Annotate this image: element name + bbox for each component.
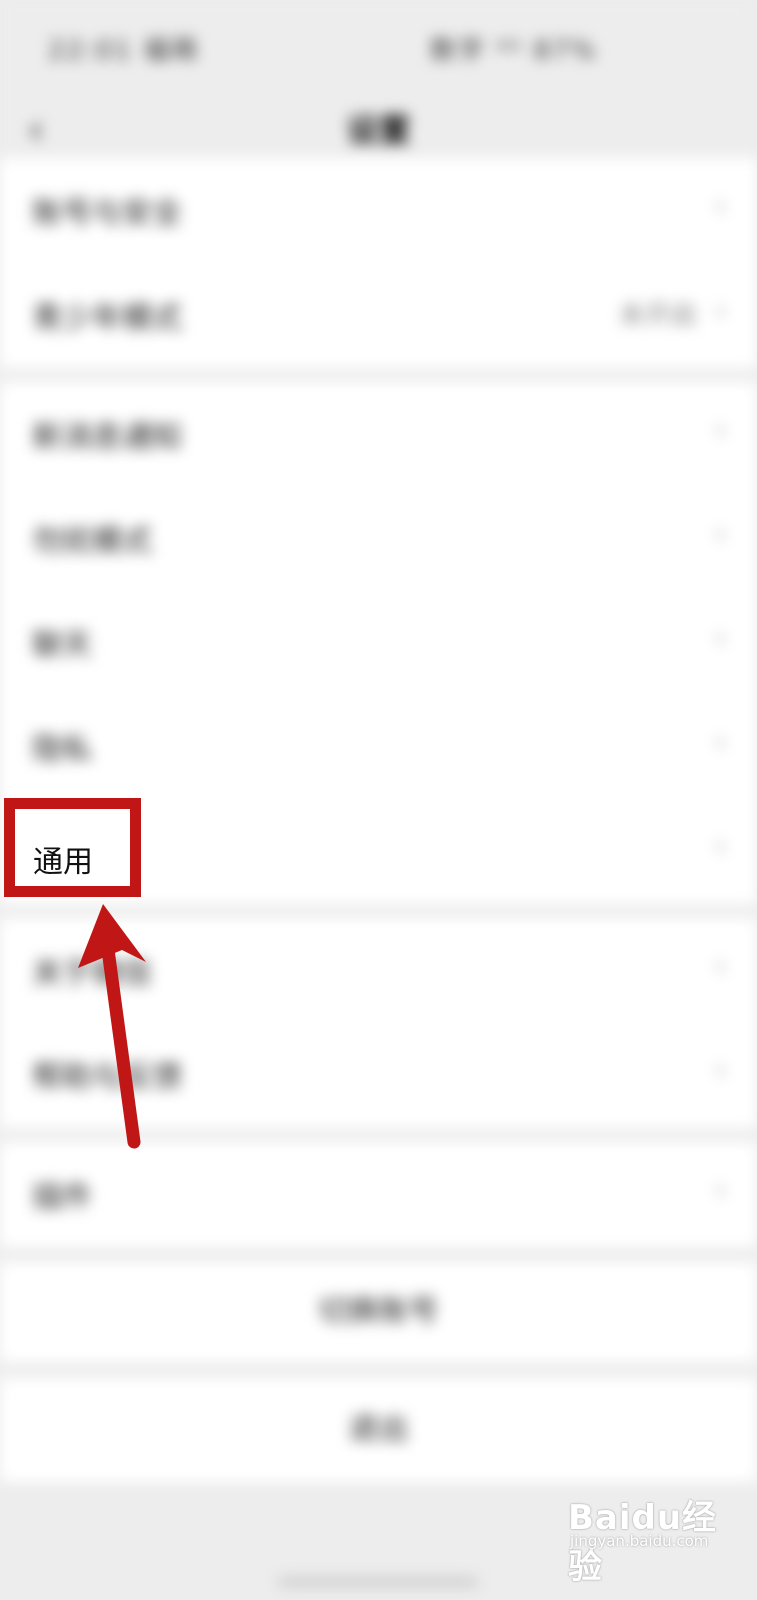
baidu-watermark: Baidu经验 jingyan.baidu.com bbox=[568, 1480, 748, 1587]
watermark-site: jingyan.baidu.com bbox=[570, 1532, 709, 1550]
pointer-arrow bbox=[78, 904, 146, 1149]
